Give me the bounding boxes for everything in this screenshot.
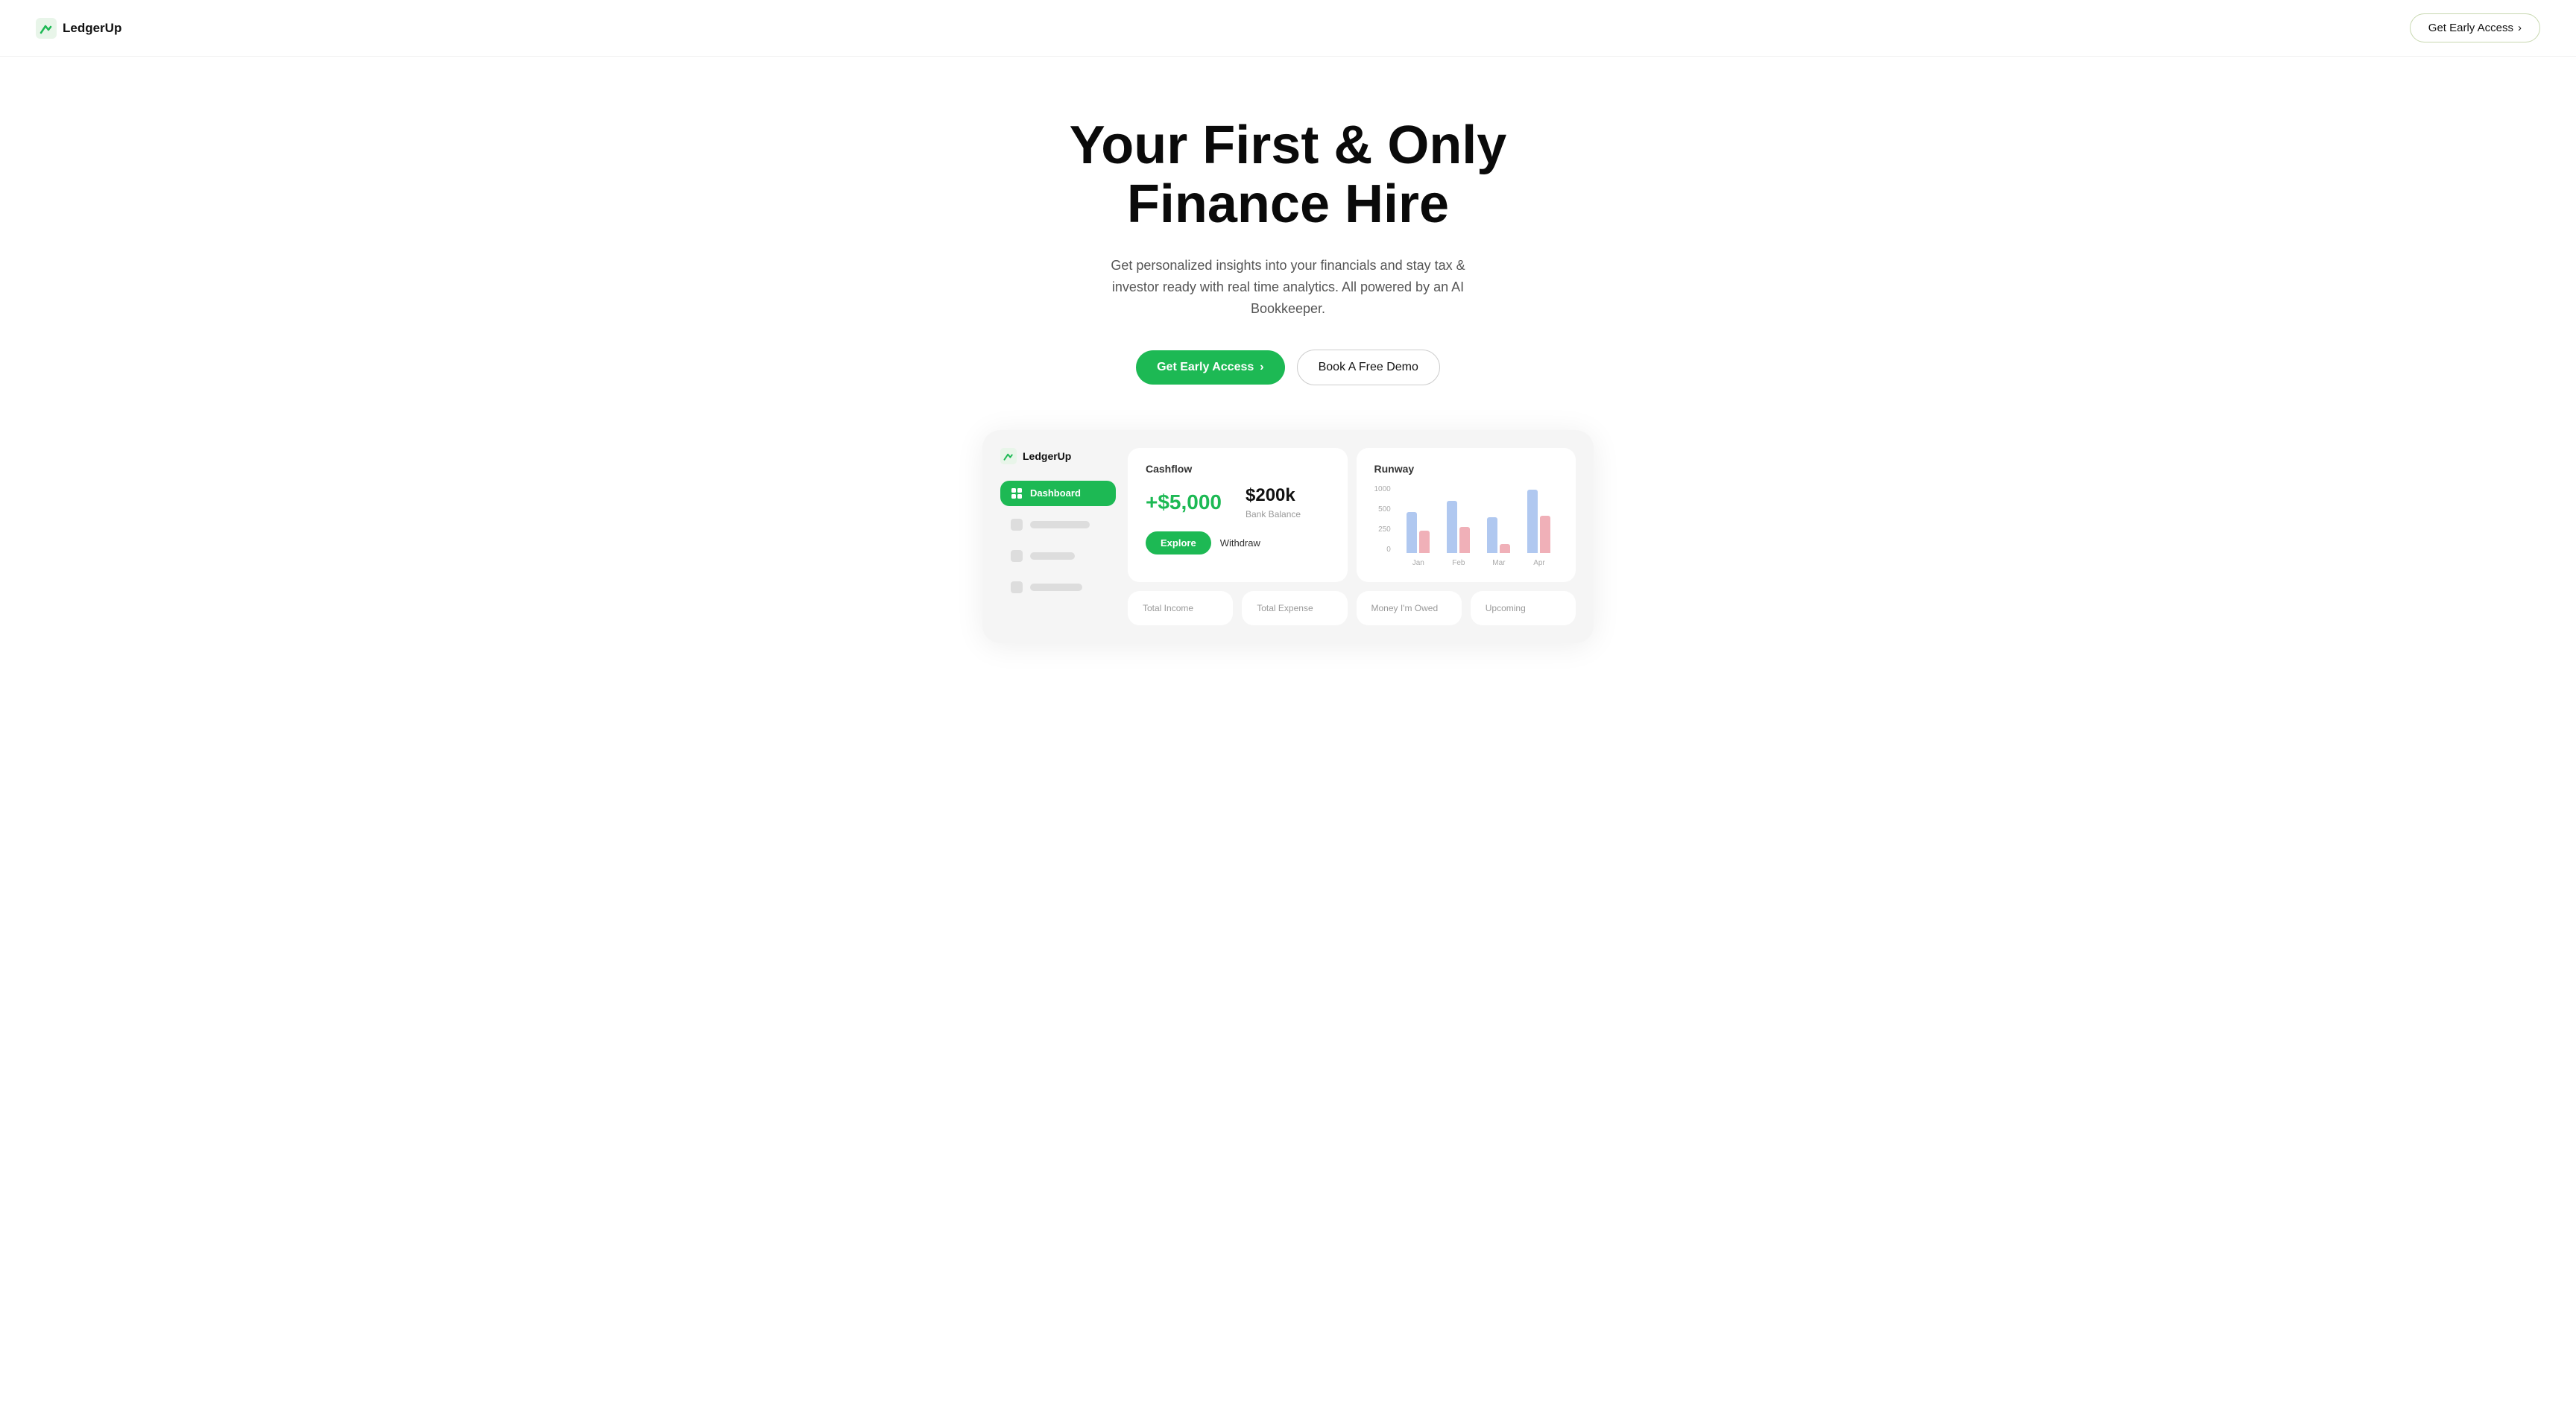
logo-icon: [36, 18, 57, 39]
bar-apr-pink: [1540, 516, 1550, 553]
bar-label-feb: Feb: [1452, 559, 1465, 567]
sidebar-label-2: [1030, 552, 1075, 560]
y-axis: 1000 500 250 0: [1374, 485, 1391, 567]
preview-card: LedgerUp Dashboard: [982, 430, 1594, 643]
sidebar-logo-text: LedgerUp: [1023, 450, 1071, 462]
dashboard-preview: LedgerUp Dashboard: [0, 430, 2576, 673]
bar-label-mar: Mar: [1492, 559, 1505, 567]
bars-jan: [1407, 486, 1430, 553]
navbar: LedgerUp Get Early Access ›: [0, 0, 2576, 57]
mini-card-upcoming: Upcoming: [1471, 591, 1576, 625]
mini-card-title-owed: Money I'm Owed: [1371, 603, 1447, 613]
nav-cta-button[interactable]: Get Early Access ›: [2410, 13, 2540, 42]
bars-feb: [1447, 486, 1470, 553]
cashflow-row: +$5,000 $200k Bank Balance: [1146, 485, 1330, 519]
bar-group-jan: Jan: [1400, 486, 1437, 567]
sidebar-label-1: [1030, 521, 1090, 528]
preview-main: Cashflow +$5,000 $200k Bank Balance Expl…: [1128, 448, 1576, 625]
bank-balance-amount: $200k: [1246, 485, 1301, 506]
preview-inner: LedgerUp Dashboard: [1000, 448, 1576, 625]
logo-text: LedgerUp: [63, 21, 121, 36]
sidebar-label-3: [1030, 584, 1082, 591]
hero-book-demo-button[interactable]: Book A Free Demo: [1297, 350, 1440, 385]
mini-card-title-expense: Total Expense: [1257, 603, 1332, 613]
preview-sidebar: LedgerUp Dashboard: [1000, 448, 1116, 625]
bar-jan-blue: [1407, 512, 1417, 553]
bar-mar-pink: [1500, 544, 1510, 553]
bar-label-apr: Apr: [1533, 559, 1545, 567]
bank-balance-wrap: $200k Bank Balance: [1246, 485, 1301, 519]
bar-jan-pink: [1419, 531, 1430, 553]
bars-mar: [1487, 486, 1510, 553]
sidebar-icon-2: [1011, 550, 1023, 562]
sidebar-logo-icon: [1000, 448, 1017, 464]
mini-card-total-income: Total Income: [1128, 591, 1233, 625]
sidebar-item-1[interactable]: [1000, 512, 1116, 537]
sidebar-item-3[interactable]: [1000, 575, 1116, 600]
preview-top-row: Cashflow +$5,000 $200k Bank Balance Expl…: [1128, 448, 1576, 582]
hero-subtext: Get personalized insights into your fina…: [1094, 255, 1482, 319]
hero-get-early-access-button[interactable]: Get Early Access ›: [1136, 350, 1284, 385]
sidebar-icon-1: [1011, 519, 1023, 531]
bar-label-jan: Jan: [1412, 559, 1424, 567]
mini-card-title-income: Total Income: [1143, 603, 1218, 613]
dashboard-icon: [1011, 487, 1023, 499]
mini-card-money-owed: Money I'm Owed: [1357, 591, 1462, 625]
withdraw-button[interactable]: Withdraw: [1220, 537, 1260, 549]
runway-title: Runway: [1374, 463, 1559, 475]
bar-mar-blue: [1487, 517, 1497, 553]
bar-feb-pink: [1459, 527, 1470, 553]
preview-bottom-row: Total Income Total Expense Money I'm Owe…: [1128, 591, 1576, 625]
mini-card-total-expense: Total Expense: [1242, 591, 1347, 625]
bars-apr: [1527, 486, 1550, 553]
sidebar-logo: LedgerUp: [1000, 448, 1116, 464]
cashflow-actions: Explore Withdraw: [1146, 531, 1330, 555]
sidebar-dashboard-item[interactable]: Dashboard: [1000, 481, 1116, 506]
bank-balance-label: Bank Balance: [1246, 509, 1301, 519]
hero-headline: Your First & Only Finance Hire: [1027, 116, 1549, 234]
bar-apr-blue: [1527, 490, 1538, 553]
logo: LedgerUp: [36, 18, 121, 39]
bar-group-mar: Mar: [1480, 486, 1518, 567]
sidebar-icon-3: [1011, 581, 1023, 593]
runway-card: Runway 1000 500 250 0: [1357, 448, 1576, 582]
cashflow-card: Cashflow +$5,000 $200k Bank Balance Expl…: [1128, 448, 1348, 582]
bar-feb-blue: [1447, 501, 1457, 553]
sidebar-item-2[interactable]: [1000, 543, 1116, 569]
chart-area: 1000 500 250 0 Jan: [1374, 485, 1559, 567]
explore-button[interactable]: Explore: [1146, 531, 1211, 555]
hero-buttons: Get Early Access › Book A Free Demo: [15, 350, 2561, 385]
mini-card-title-upcoming: Upcoming: [1486, 603, 1561, 613]
bar-group-feb: Feb: [1440, 486, 1477, 567]
hero-section: Your First & Only Finance Hire Get perso…: [0, 57, 2576, 430]
bar-group-apr: Apr: [1521, 486, 1558, 567]
cashflow-amount: +$5,000: [1146, 490, 1222, 514]
cashflow-title: Cashflow: [1146, 463, 1330, 475]
